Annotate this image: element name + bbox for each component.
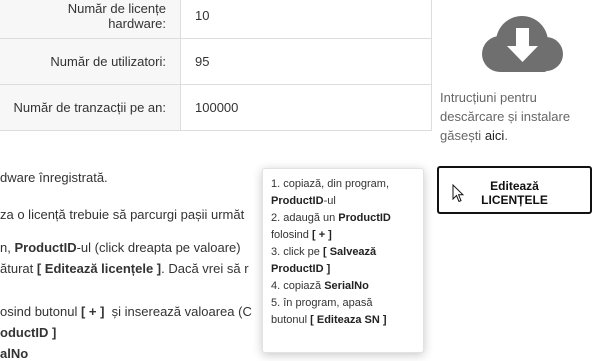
text-line: n, ProductID-ul (click dreapta pe valoar… (0, 240, 241, 255)
license-table: Număr de licențe hardware: 10 Număr de u… (0, 0, 432, 131)
tooltip-step-2: 2. adaugă un ProductID (271, 212, 391, 224)
steps-tooltip: 1. copiază, din program, ProductID-ul 2.… (262, 168, 424, 353)
text-line: ăturat [ Editează licențele ]. Dacă vrei… (0, 261, 249, 276)
table-row: Număr de licențe hardware: 10 (0, 0, 432, 39)
text-line: dware înregistrată. (0, 170, 108, 185)
install-instructions: Intrucțiuni pentru descărcare și instala… (440, 88, 598, 145)
row-label: Număr de licențe hardware: (0, 0, 181, 39)
tooltip-step-3: 3. click pe [ Salvează (271, 246, 377, 258)
row-label: Număr de tranzacții pe an: (0, 84, 181, 131)
mouse-pointer-icon (452, 183, 465, 208)
tooltip-step-4: 4. copiază SerialNo (271, 280, 369, 292)
text-line: alNo (0, 346, 29, 361)
table-row: Număr de utilizatori: 95 (0, 38, 432, 85)
text-line: osind butonul [ + ] și inserează valoare… (0, 304, 252, 319)
install-link[interactable]: aici (485, 128, 505, 143)
text-line: oductID ] (0, 325, 57, 340)
install-note-period: . (504, 128, 508, 143)
text-line: za o licență trebuie să parcurgi pașii u… (0, 207, 245, 222)
row-value: 95 (180, 38, 432, 85)
tooltip-step-5: 5. în program, apasă (271, 297, 373, 309)
row-value: 10 (180, 0, 432, 39)
row-value: 100000 (180, 84, 432, 131)
table-row: Număr de tranzacții pe an: 100000 (0, 84, 432, 131)
cloud-download-icon[interactable] (478, 14, 564, 79)
tooltip-step-1: 1. copiază, din program, (271, 178, 390, 190)
row-label: Număr de utilizatori: (0, 38, 181, 85)
